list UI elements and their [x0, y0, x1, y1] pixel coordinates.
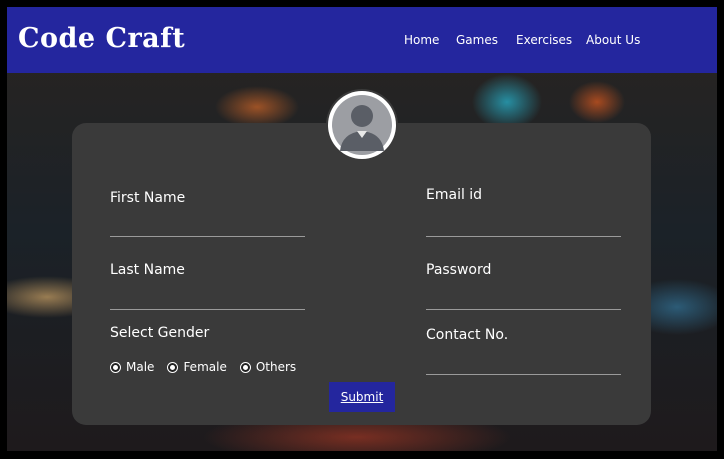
first-name-input[interactable]: [110, 215, 305, 237]
password-input[interactable]: [426, 288, 621, 310]
gender-female-radio[interactable]: Female: [168, 360, 227, 374]
gender-male-radio[interactable]: Male: [111, 360, 154, 374]
gender-radio-group: Male Female Others: [111, 360, 296, 374]
contact-label: Contact No.: [426, 327, 509, 343]
gender-others-label: Others: [255, 360, 297, 374]
radio-button-icon[interactable]: [168, 362, 178, 372]
nav-home-link[interactable]: Home: [404, 33, 439, 47]
last-name-label: Last Name: [110, 262, 185, 278]
gender-label: Select Gender: [110, 325, 210, 341]
gender-female-label: Female: [183, 360, 227, 374]
submit-button[interactable]: Submit: [329, 382, 395, 412]
nav-about-link[interactable]: About Us: [586, 33, 640, 47]
nav-exercises-link[interactable]: Exercises: [516, 33, 572, 47]
nav-games-link[interactable]: Games: [456, 33, 498, 47]
gender-others-radio[interactable]: Others: [240, 360, 297, 374]
registration-form-card: First Name Last Name Select Gender Email…: [72, 123, 651, 425]
email-input[interactable]: [426, 215, 621, 237]
page-frame: Code Craft Home Games Exercises About Us…: [7, 7, 717, 451]
user-avatar-icon: [326, 89, 398, 161]
contact-input[interactable]: [426, 353, 621, 375]
site-logo[interactable]: Code Craft: [18, 23, 185, 54]
password-label: Password: [426, 262, 492, 278]
navbar: Code Craft Home Games Exercises About Us: [7, 7, 717, 73]
first-name-label: First Name: [110, 190, 186, 206]
radio-button-icon[interactable]: [240, 362, 250, 372]
gender-male-label: Male: [126, 360, 155, 374]
last-name-input[interactable]: [110, 288, 305, 310]
email-label: Email id: [426, 187, 483, 203]
radio-button-icon[interactable]: [111, 362, 120, 372]
